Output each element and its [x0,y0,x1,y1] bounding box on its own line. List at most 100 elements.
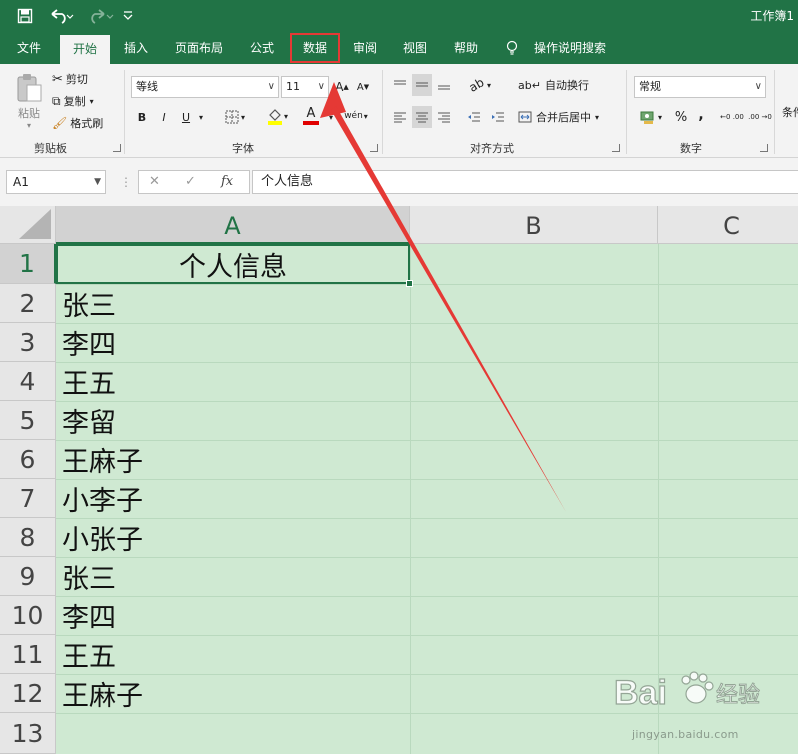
row-header[interactable]: 4 [0,362,56,401]
fill-color-button[interactable]: ▾ [262,106,292,126]
format-painter-button[interactable]: 🖌 格式刷 [52,114,103,132]
increase-decimal-button[interactable]: ←0 .00 [720,108,744,126]
select-all-button[interactable] [0,206,56,244]
row-header[interactable]: 6 [0,440,56,479]
decrease-indent-button[interactable] [464,106,484,128]
column-header-c[interactable]: C [658,206,798,244]
formula-bar-grip[interactable]: ⋮ [120,174,132,190]
row-header[interactable]: 9 [0,557,56,596]
undo-icon[interactable] [46,6,76,26]
align-right-button[interactable] [434,106,454,128]
ribbon: 粘贴 ▾ ✂ 剪切 ⧉ 复制 ▾ 🖌 格式刷 剪贴板 等线 ∨ 11 ∨ A ▲ … [0,64,798,158]
merge-center-button[interactable]: 合并后居中 ▾ [518,108,599,126]
cell-a5[interactable]: 李留 [62,401,116,440]
row-header[interactable]: 8 [0,518,56,557]
paste-label: 粘贴 [18,106,40,120]
phonetic-guide-button[interactable]: wén ▾ [340,106,372,126]
tab-page-layout[interactable]: 页面布局 [166,32,232,64]
insert-function-button[interactable]: fx [221,174,233,189]
paste-button[interactable]: 粘贴 ▾ [10,70,48,132]
accounting-format-button[interactable]: ▾ [636,108,666,126]
row-header[interactable]: 2 [0,284,56,323]
column-header-a[interactable]: A [56,206,410,244]
align-bottom-icon [438,85,450,90]
watermark-url: jingyan.baidu.com [632,728,739,741]
font-size-combo[interactable]: 11 ∨ [281,76,329,98]
tab-help[interactable]: 帮助 [444,32,488,64]
increase-font-size-button[interactable]: A ▲ [334,78,350,96]
cell-a9[interactable]: 张三 [62,557,116,596]
align-center-button[interactable] [412,106,432,128]
bold-button[interactable]: B [134,108,150,126]
row-header[interactable]: 11 [0,635,56,674]
cell-a3[interactable]: 李四 [62,323,116,362]
number-format-value: 常规 [639,80,661,93]
increase-indent-button[interactable] [488,106,508,128]
name-box[interactable]: A1 ▼ [6,170,106,194]
orientation-button[interactable]: ab ▾ [464,74,496,96]
copy-button[interactable]: ⧉ 复制 ▾ [52,92,94,110]
cancel-entry-button[interactable]: ✕ [149,174,160,189]
align-top-button[interactable] [390,74,410,96]
chevron-down-icon[interactable]: ▾ [326,110,336,124]
number-launcher-icon[interactable] [760,144,768,152]
tab-data[interactable]: 数据 [290,33,340,63]
save-icon[interactable] [14,6,36,26]
cell-a2[interactable]: 张三 [62,284,116,323]
font-color-swatch [303,121,319,125]
tab-insert[interactable]: 插入 [114,32,158,64]
cell-a4[interactable]: 王五 [62,362,116,401]
font-launcher-icon[interactable] [370,144,378,152]
chevron-down-icon[interactable]: ▾ [196,110,206,124]
customize-quick-access-icon[interactable] [120,6,136,26]
percent-style-button[interactable]: % [672,108,690,126]
watermark-logo-text: Bai [614,674,667,712]
align-left-button[interactable] [390,106,410,128]
row-header[interactable]: 10 [0,596,56,635]
wrap-text-button[interactable]: ab↵ 自动换行 [518,76,589,94]
cell-a1-selected[interactable]: 个人信息 [56,244,410,284]
decrease-decimal-button[interactable]: .00 →0 [748,108,772,126]
row-header[interactable]: 12 [0,674,56,713]
tab-file[interactable]: 文件 [6,32,52,64]
decrease-font-size-button[interactable]: A ▼ [355,78,371,96]
confirm-entry-button[interactable]: ✓ [185,174,196,189]
tab-formulas[interactable]: 公式 [240,32,284,64]
cell-a6[interactable]: 王麻子 [62,440,143,479]
borders-button[interactable]: ▾ [220,108,250,126]
cell-a11[interactable]: 王五 [62,635,116,674]
formula-input[interactable]: 个人信息 [252,170,798,194]
cell-a7[interactable]: 小李子 [62,479,143,518]
tab-review[interactable]: 审阅 [344,32,386,64]
cell-a8[interactable]: 小张子 [62,518,143,557]
font-name-combo[interactable]: 等线 ∨ [131,76,279,98]
cell-a10[interactable]: 李四 [62,596,116,635]
group-separator [774,70,775,154]
number-format-combo[interactable]: 常规 ∨ [634,76,766,98]
row-header[interactable]: 13 [0,713,56,754]
cell-a12[interactable]: 王麻子 [62,674,143,713]
underline-button[interactable]: U [178,108,194,126]
conditional-formatting-button[interactable]: 条件 [782,104,798,120]
chevron-down-icon: ▾ [595,112,600,122]
font-color-button[interactable]: A [296,106,326,126]
italic-button[interactable]: I [156,108,172,126]
cut-button[interactable]: ✂ 剪切 [52,70,88,88]
tell-me-search[interactable]: 操作说明搜索 [526,32,614,64]
font-name-value: 等线 [136,80,158,93]
row-header[interactable]: 1 [0,244,56,284]
tab-view[interactable]: 视图 [394,32,436,64]
row-header[interactable]: 5 [0,401,56,440]
row-header[interactable]: 7 [0,479,56,518]
clipboard-launcher-icon[interactable] [113,144,121,152]
align-bottom-button[interactable] [434,74,454,96]
align-middle-icon [416,82,428,87]
column-header-b[interactable]: B [410,206,658,244]
align-middle-button[interactable] [412,74,432,96]
tab-home[interactable]: 开始 [60,35,110,64]
row-header[interactable]: 3 [0,323,56,362]
comma-style-button[interactable]: , [694,106,708,124]
redo-icon[interactable] [86,6,116,26]
fill-handle[interactable] [406,280,413,287]
alignment-launcher-icon[interactable] [612,144,620,152]
